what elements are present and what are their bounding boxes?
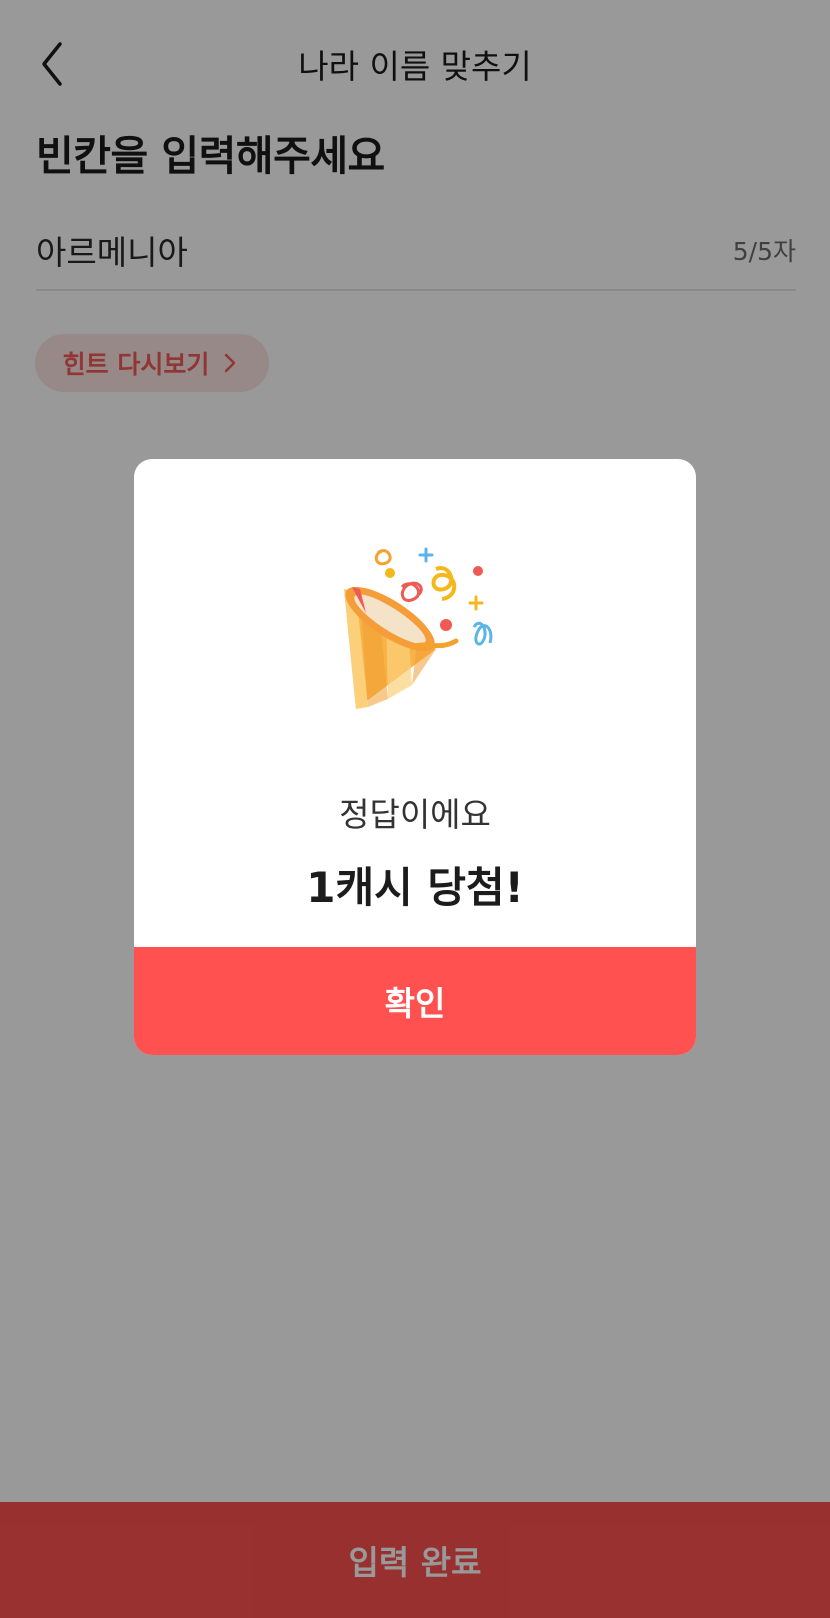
confirm-button[interactable]: 확인 [134, 947, 696, 1055]
result-subtitle: 정답이에요 [339, 795, 491, 834]
result-title: 1캐시 당첨! [306, 863, 524, 912]
party-popper-icon [344, 547, 493, 709]
confirm-label: 확인 [384, 984, 446, 1023]
result-modal: 정답이에요 1캐시 당첨! 확인 [134, 459, 696, 1055]
